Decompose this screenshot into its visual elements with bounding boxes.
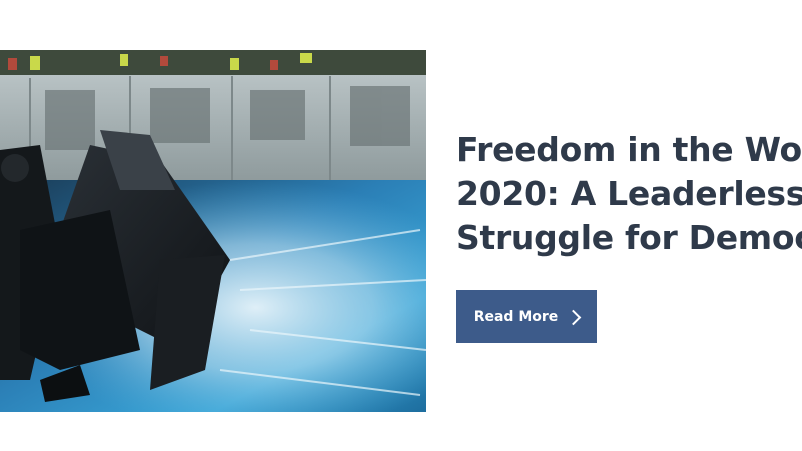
headline-line-2: 2020: A Leaderless xyxy=(456,174,802,213)
protest-photo[interactable] xyxy=(0,50,426,412)
feature-headline[interactable]: Freedom in the Wor 2020: A Leaderless St… xyxy=(456,128,802,260)
chevron-right-icon xyxy=(566,309,582,325)
headline-line-3: Struggle for Democ xyxy=(456,218,802,257)
read-more-button[interactable]: Read More xyxy=(456,290,597,343)
feature-section: Freedom in the Wor 2020: A Leaderless St… xyxy=(0,0,802,451)
protest-photo-image xyxy=(0,50,426,412)
read-more-label: Read More xyxy=(473,308,559,325)
headline-line-1: Freedom in the Wor xyxy=(456,130,802,169)
